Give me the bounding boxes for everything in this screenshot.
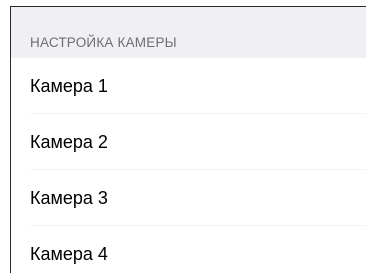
camera-item-2[interactable]: Камера 2 bbox=[11, 114, 366, 170]
camera-item-label: Камера 1 bbox=[30, 76, 108, 96]
camera-list: Камера 1 Камера 2 Камера 3 Камера 4 bbox=[11, 58, 366, 273]
camera-settings-panel: НАСТРОЙКА КАМЕРЫ Камера 1 Камера 2 Камер… bbox=[10, 6, 366, 273]
section-header: НАСТРОЙКА КАМЕРЫ bbox=[11, 7, 366, 58]
camera-item-label: Камера 2 bbox=[30, 132, 108, 152]
camera-item-label: Камера 4 bbox=[30, 244, 108, 264]
camera-item-4[interactable]: Камера 4 bbox=[11, 226, 366, 273]
camera-item-3[interactable]: Камера 3 bbox=[11, 170, 366, 226]
camera-item-1[interactable]: Камера 1 bbox=[11, 58, 366, 114]
camera-item-label: Камера 3 bbox=[30, 188, 108, 208]
section-title: НАСТРОЙКА КАМЕРЫ bbox=[30, 35, 177, 50]
